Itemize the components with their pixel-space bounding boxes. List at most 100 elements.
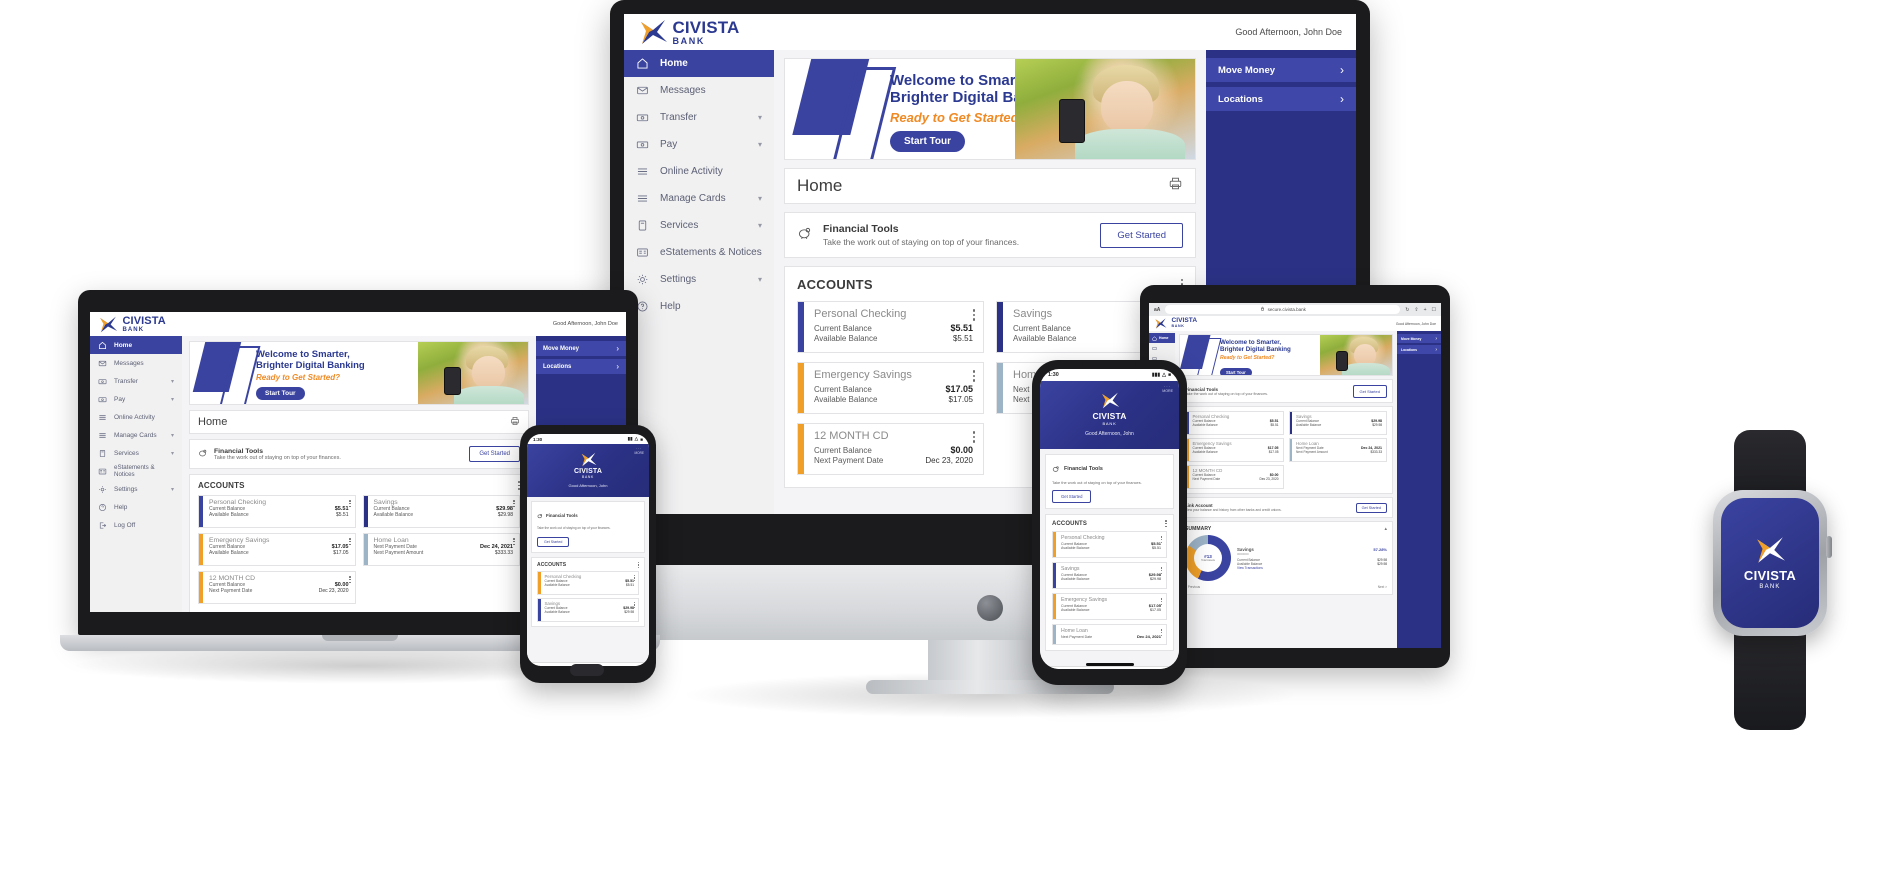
account-card[interactable]: Personal Checking Current Balance $5.51 A… (1052, 531, 1167, 559)
sidebar-item-services[interactable]: Services ▾ (624, 212, 774, 239)
phone-large-screen: 1:30 ▮▮▮ △ ■ ··· MORE CIVISTA BANK Good … (1040, 369, 1179, 669)
account-card[interactable]: Emergency Savings Current Balance $17.05 … (1185, 438, 1284, 462)
watch-crown[interactable] (1826, 536, 1832, 558)
account-menu-icon[interactable] (348, 500, 351, 508)
side-panel-move-money[interactable]: Move Money › (536, 341, 626, 356)
sidebar-item-messages[interactable]: Messages (624, 77, 774, 104)
account-card[interactable]: Emergency Savings Current Balance $17.05 … (198, 533, 356, 566)
account-card[interactable]: Savings Current Balance $29.98 Available … (1288, 411, 1387, 435)
account-menu-icon[interactable] (348, 576, 351, 584)
sidebar-item-online-activity[interactable]: Online Activity (624, 158, 774, 185)
financial-tools-get-started-button[interactable]: Get Started (1100, 222, 1183, 248)
side-panel-locations[interactable]: Locations › (1206, 87, 1356, 111)
account-menu-icon[interactable] (1160, 598, 1162, 606)
accounts-menu-icon[interactable] (637, 562, 639, 569)
summary-next-button[interactable]: Next > (1378, 585, 1387, 589)
new-tab-icon[interactable]: + (1424, 307, 1427, 313)
refresh-icon[interactable]: ↻ (1405, 307, 1409, 313)
account-card[interactable]: Home Loan Next Payment Date Dec 24, 2021 … (1288, 438, 1387, 462)
sidebar-item-manage-cards[interactable]: Manage Cards ▾ (624, 185, 774, 212)
account-row-value: $29.98 (624, 610, 634, 615)
account-card[interactable]: Savings Current Balance $29.98 Available … (1052, 562, 1167, 590)
sidebar-label: Pay (114, 395, 126, 403)
piggy-bank-icon (797, 225, 813, 246)
accounts-section: Personal Checking Current Balance $5.51 A… (1179, 406, 1393, 494)
chevron-down-icon: ▾ (170, 396, 174, 403)
chevron-up-icon[interactable]: ▴ (1384, 526, 1387, 532)
account-card[interactable]: Personal Checking Current Balance $5.51 A… (198, 495, 356, 528)
account-menu-icon[interactable] (1160, 567, 1162, 575)
financial-tools-get-started-button[interactable]: Get Started (537, 537, 570, 547)
sidebar-item-estatements[interactable]: eStatements & Notices (624, 239, 774, 266)
more-button[interactable]: ··· MORE (634, 447, 644, 455)
account-card[interactable]: 12 MONTH CD Current Balance $0.00 Next P… (797, 423, 984, 475)
tablet-screen: aA secure.civista.bank ↻ ⇧ + ☐ CIVISTA B… (1149, 303, 1441, 648)
account-card[interactable]: Savings Current Balance $29.98 Available … (537, 598, 639, 623)
tab-aa-icon[interactable]: aA (1154, 307, 1160, 313)
sidebar-item-messages[interactable]: Messages (90, 354, 182, 372)
more-button[interactable]: ··· MORE (1162, 385, 1173, 393)
summary-prev-button[interactable]: < Previous (1185, 585, 1200, 589)
brand-logo[interactable]: CIVISTA BANK (1154, 318, 1197, 329)
account-card[interactable]: Home Loan Next Payment Date Dec 24, 2021 (1052, 624, 1167, 646)
account-menu-icon[interactable] (513, 538, 515, 546)
account-card[interactable]: Emergency Savings Current Balance $17.05 … (1052, 593, 1167, 621)
sidebar-item-pay[interactable]: Pay ▾ (90, 390, 182, 408)
sidebar-item-help[interactable]: Help (90, 498, 182, 516)
account-card[interactable]: 12 MONTH CD Current Balance $0.00 Next Pa… (198, 571, 356, 604)
tab-deposit-check[interactable]: DEPOSIT CHECK (600, 665, 624, 666)
sidebar-item-online-activity[interactable]: Online Activity (90, 408, 182, 426)
financial-tools-get-started-button[interactable]: Get Started (1352, 384, 1387, 398)
link-account-get-started-button[interactable]: Get Started (1355, 502, 1387, 513)
financial-tools-get-started-button[interactable]: Get Started (469, 446, 520, 462)
brand-logo[interactable]: CIVISTA BANK (98, 315, 166, 333)
account-card[interactable]: Personal Checking Current Balance $5.51 A… (1185, 411, 1284, 435)
sidebar-item-pay[interactable]: Pay ▾ (624, 131, 774, 158)
start-tour-button[interactable]: Start Tour (890, 130, 966, 152)
side-panel-locations[interactable]: Locations › (1397, 345, 1441, 354)
sidebar-item-transfer[interactable]: Transfer ▾ (90, 372, 182, 390)
side-panel-move-money[interactable]: Move Money › (1206, 58, 1356, 82)
account-card[interactable]: Emergency Savings Current Balance $17.05… (797, 362, 984, 414)
side-panel-move-money[interactable]: Move Money › (1397, 334, 1441, 343)
brand-logo[interactable]: CIVISTA BANK (638, 19, 739, 46)
account-card[interactable]: 12 MONTH CD Current Balance $0.00 Next Pa… (1185, 465, 1284, 489)
sidebar-item-messages[interactable] (1149, 343, 1175, 353)
account-menu-icon[interactable] (972, 431, 975, 443)
phone-small-home-button[interactable] (570, 664, 604, 676)
account-menu-icon[interactable] (1160, 629, 1162, 637)
printer-icon[interactable] (510, 413, 520, 431)
account-menu-icon[interactable] (633, 575, 635, 582)
tablet-url[interactable]: secure.civista.bank (1268, 307, 1306, 312)
account-card[interactable]: Personal Checking Current Balance $5.51 … (797, 301, 984, 353)
sidebar-item-settings[interactable]: Settings ▾ (90, 480, 182, 498)
account-menu-icon[interactable] (348, 538, 351, 546)
printer-icon[interactable] (1168, 176, 1183, 196)
sidebar-item-settings[interactable]: Settings ▾ (624, 266, 774, 293)
summary-row-label[interactable]: View Transactions (1237, 566, 1263, 570)
sidebar-item-estatements[interactable]: eStatements & Notices (90, 462, 182, 480)
sidebar-item-home[interactable]: Home (1149, 333, 1175, 343)
sidebar-item-home[interactable]: Home (90, 336, 182, 354)
account-menu-icon[interactable] (972, 309, 975, 321)
account-menu-icon[interactable] (1160, 536, 1162, 544)
start-tour-button[interactable]: Start Tour (256, 387, 305, 401)
sidebar-item-services[interactable]: Services ▾ (90, 444, 182, 462)
start-tour-button[interactable]: Start Tour (1220, 367, 1252, 375)
account-card[interactable]: Personal Checking Current Balance $5.51 A… (537, 571, 639, 596)
sidebar-item-log-off[interactable]: Log Off (90, 516, 182, 534)
sidebar-item-manage-cards[interactable]: Manage Cards ▾ (90, 426, 182, 444)
financial-tools-get-started-button[interactable]: Get Started (1052, 490, 1092, 503)
account-card[interactable]: Savings Current Balance $29.98 Available … (362, 495, 520, 528)
share-icon[interactable]: ⇧ (1414, 307, 1418, 313)
account-menu-icon[interactable] (513, 500, 515, 508)
accounts-menu-icon[interactable] (1165, 520, 1167, 528)
account-menu-icon[interactable] (972, 370, 975, 382)
page-title: Home (198, 416, 228, 428)
account-card[interactable]: Home Loan Next Payment Date Dec 24, 2021 … (362, 533, 520, 566)
side-panel-locations[interactable]: Locations › (536, 359, 626, 374)
sidebar-item-home[interactable]: Home (624, 50, 774, 77)
tabs-icon[interactable]: ☐ (1432, 307, 1436, 313)
account-menu-icon[interactable] (633, 602, 635, 609)
sidebar-item-transfer[interactable]: Transfer ▾ (624, 104, 774, 131)
